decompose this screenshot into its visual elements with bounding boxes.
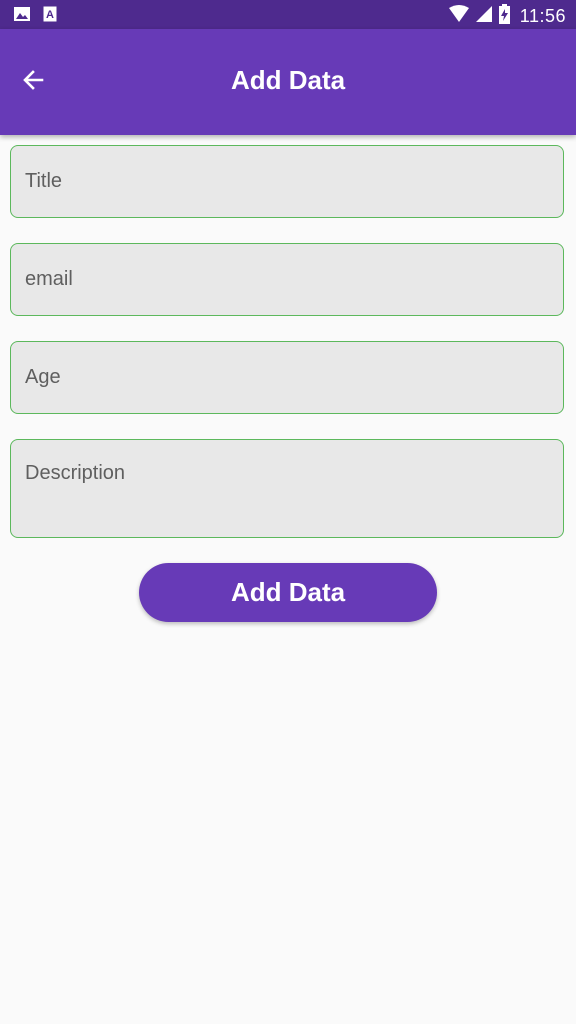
age-input[interactable] xyxy=(11,342,563,413)
status-system: 11:56 xyxy=(448,4,566,29)
app-bar: Add Data xyxy=(0,29,576,135)
battery-charging-icon xyxy=(498,4,510,29)
email-field[interactable] xyxy=(10,243,564,316)
page-title: Add Data xyxy=(230,65,346,95)
image-icon xyxy=(13,6,31,27)
title-field[interactable] xyxy=(10,145,564,218)
email-input[interactable] xyxy=(11,244,563,315)
description-input[interactable] xyxy=(11,440,563,537)
svg-text:A: A xyxy=(46,9,54,21)
age-field[interactable] xyxy=(10,341,564,414)
status-time: 11:56 xyxy=(519,6,566,26)
description-field[interactable] xyxy=(10,439,564,538)
title-input[interactable] xyxy=(11,146,563,217)
add-data-button[interactable]: Add Data xyxy=(139,563,437,622)
status-bar: A 11:56 xyxy=(0,0,576,29)
wifi-icon xyxy=(448,5,469,28)
status-notifications: A xyxy=(13,6,57,27)
text-a-icon: A xyxy=(43,6,57,27)
signal-icon xyxy=(475,5,493,28)
